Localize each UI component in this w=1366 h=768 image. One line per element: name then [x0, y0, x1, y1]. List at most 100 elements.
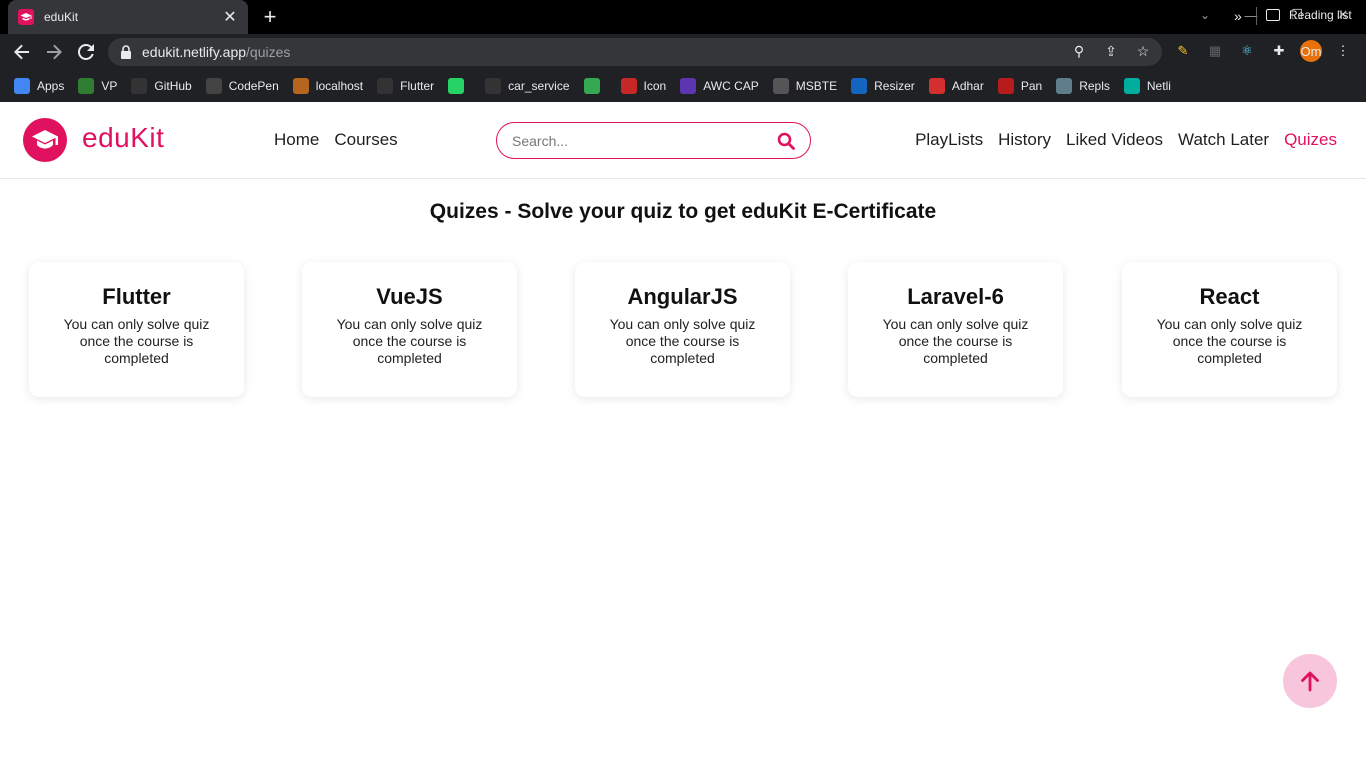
- profile-avatar[interactable]: Om: [1300, 40, 1322, 62]
- reading-list-label: Reading list: [1289, 8, 1352, 22]
- new-tab-icon[interactable]: +: [258, 4, 282, 30]
- bookmark-favicon-icon: [680, 78, 697, 94]
- tab-close-icon[interactable]: ✕: [222, 7, 238, 27]
- search-input[interactable]: [512, 132, 762, 149]
- bookmark-label: Netli: [1146, 79, 1171, 93]
- main-nav: Home Courses: [274, 130, 398, 150]
- browser-toolbar: edukit.netlify.app/quizes ⚲ ⇪ ☆ ✎ ▦ ⚛ ✚ …: [0, 34, 1366, 70]
- react-devtools-icon[interactable]: ⚛: [1236, 40, 1258, 62]
- pen-extension-icon[interactable]: ✎: [1172, 40, 1194, 62]
- bookmark-star-icon[interactable]: ☆: [1134, 43, 1152, 60]
- bookmark-item[interactable]: Flutter: [377, 78, 434, 94]
- search-box: [496, 122, 811, 159]
- quiz-card-react[interactable]: React You can only solve quiz once the c…: [1122, 262, 1337, 397]
- quiz-card-message: You can only solve quiz once the course …: [882, 316, 1029, 366]
- bookmark-item[interactable]: Pan: [997, 78, 1043, 94]
- url-path: /quizes: [246, 44, 291, 60]
- quiz-card-message: You can only solve quiz once the course …: [336, 316, 483, 366]
- quiz-card-angularjs[interactable]: AngularJS You can only solve quiz once t…: [575, 262, 790, 397]
- browser-tab[interactable]: eduKit ✕: [8, 0, 248, 34]
- bookmark-label: Flutter: [400, 79, 435, 93]
- bookmark-label: car_service: [508, 79, 570, 93]
- quiz-card-title: Laravel-6: [907, 284, 1004, 309]
- quiz-card-vuejs[interactable]: VueJS You can only solve quiz once the c…: [302, 262, 517, 397]
- bookmark-item[interactable]: VP: [78, 78, 117, 94]
- bookmark-item[interactable]: AWC CAP: [680, 78, 759, 94]
- bookmark-favicon-icon: [78, 78, 95, 94]
- quiz-card-title: React: [1199, 284, 1260, 309]
- browser-menu-icon[interactable]: ⋮: [1332, 40, 1354, 62]
- nav-quizes-link[interactable]: Quizes: [1284, 130, 1337, 150]
- reload-icon[interactable]: [74, 40, 98, 64]
- address-bar[interactable]: edukit.netlify.app/quizes ⚲ ⇪ ☆: [108, 38, 1162, 66]
- nav-playlists-link[interactable]: PlayLists: [915, 130, 983, 150]
- bookmark-item[interactable]: localhost: [292, 78, 364, 94]
- bookmark-label: GitHub: [154, 79, 192, 93]
- more-bookmarks-icon[interactable]: »: [1234, 8, 1242, 24]
- arrow-up-icon: [1301, 671, 1319, 692]
- nav-watch-later-link[interactable]: Watch Later: [1178, 130, 1269, 150]
- bookmark-favicon-icon: [131, 78, 148, 94]
- bookmark-item[interactable]: GitHub: [131, 78, 192, 94]
- quiz-card-title: VueJS: [376, 284, 443, 309]
- bookmark-favicon-icon: [772, 78, 789, 94]
- bookmark-favicon-icon: [1056, 78, 1073, 94]
- bookmark-favicon-icon: [620, 78, 637, 94]
- brand-name[interactable]: eduKit: [82, 122, 164, 154]
- bookmark-label: MSBTE: [795, 79, 838, 93]
- bookmark-favicon-icon: [205, 78, 222, 94]
- share-icon[interactable]: ⇪: [1102, 43, 1120, 60]
- page-title: Quizes - Solve your quiz to get eduKit E…: [429, 200, 937, 223]
- search-icon[interactable]: [777, 132, 795, 150]
- nav-liked-videos-link[interactable]: Liked Videos: [1066, 130, 1163, 150]
- bookmark-favicon-icon: [1123, 78, 1140, 94]
- user-nav: PlayLists History Liked Videos Watch Lat…: [915, 130, 1337, 150]
- bookmark-item[interactable]: CodePen: [205, 78, 279, 94]
- bookmark-favicon-icon: [928, 78, 945, 94]
- nav-home-link[interactable]: Home: [274, 130, 319, 150]
- quiz-card-title: AngularJS: [627, 284, 738, 309]
- bookmark-label: Pan: [1020, 79, 1043, 93]
- edukit-favicon-icon: [18, 9, 34, 25]
- bookmark-label: AWC CAP: [703, 79, 759, 93]
- bookmark-label: localhost: [315, 79, 364, 93]
- browser-tab-strip: eduKit ✕ + ⌄ — ❐ ✕: [0, 0, 1366, 34]
- bookmark-item[interactable]: [448, 78, 471, 94]
- extensions-puzzle-icon[interactable]: ✚: [1268, 40, 1290, 62]
- reading-list-button[interactable]: Reading list: [1266, 8, 1352, 22]
- graduation-cap-logo-icon[interactable]: [23, 118, 67, 162]
- quiz-card-flutter[interactable]: Flutter You can only solve quiz once the…: [29, 262, 244, 397]
- nav-history-link[interactable]: History: [998, 130, 1051, 150]
- bookmark-item[interactable]: [583, 78, 607, 94]
- bookmark-item[interactable]: Apps: [14, 78, 64, 94]
- bookmark-label: Resizer: [874, 79, 915, 93]
- grid-extension-icon[interactable]: ▦: [1204, 40, 1226, 62]
- bookmark-item[interactable]: Icon: [620, 78, 666, 94]
- quiz-card-title: Flutter: [102, 284, 171, 309]
- quiz-card-message: You can only solve quiz once the course …: [63, 316, 210, 366]
- bookmark-label: VP: [101, 79, 118, 93]
- bookmark-favicon-icon: [448, 78, 465, 94]
- bookmark-label: Apps: [37, 79, 65, 93]
- bookmark-item[interactable]: Repls: [1056, 78, 1110, 94]
- quiz-card-message: You can only solve quiz once the course …: [1156, 316, 1303, 366]
- quiz-card-list: Flutter You can only solve quiz once the…: [29, 262, 1338, 397]
- tab-search-chevron-icon[interactable]: ⌄: [1194, 4, 1216, 26]
- quiz-card-laravel-6[interactable]: Laravel-6 You can only solve quiz once t…: [848, 262, 1063, 397]
- reading-list-icon: [1266, 9, 1280, 21]
- bookmark-item[interactable]: car_service: [485, 78, 570, 94]
- site-header: eduKit Home Courses PlayLists History Li…: [0, 102, 1366, 179]
- bookmark-item[interactable]: Resizer: [851, 78, 915, 94]
- bookmark-favicon-icon: [485, 78, 502, 94]
- scroll-to-top-button[interactable]: [1283, 654, 1337, 708]
- zoom-icon[interactable]: ⚲: [1070, 43, 1088, 60]
- lock-icon: [121, 45, 131, 59]
- bookmark-item[interactable]: Netli: [1123, 78, 1171, 94]
- bookmark-item[interactable]: MSBTE: [772, 78, 838, 94]
- bookmark-item[interactable]: Adhar: [928, 78, 984, 94]
- tab-title: eduKit: [44, 10, 79, 24]
- back-arrow-icon[interactable]: [10, 40, 34, 64]
- nav-courses-link[interactable]: Courses: [334, 130, 397, 150]
- forward-arrow-icon[interactable]: [42, 40, 66, 64]
- bookmarks-divider: [1256, 7, 1257, 25]
